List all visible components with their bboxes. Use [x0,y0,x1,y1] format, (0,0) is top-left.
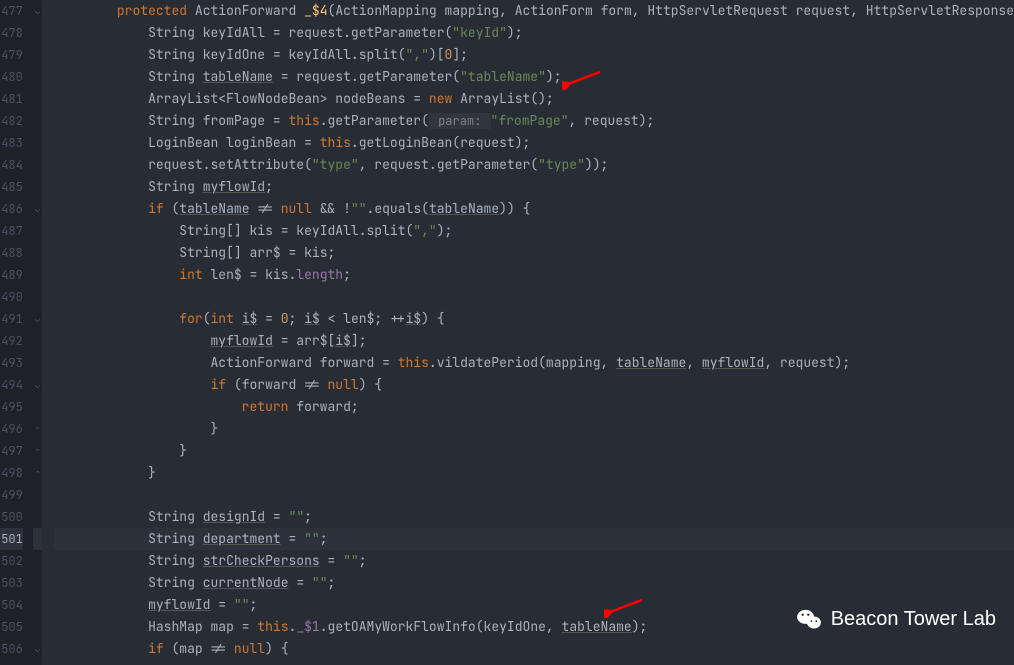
line-number: 489 [0,264,23,286]
fold-spacer [33,132,43,154]
code-line[interactable]: String keyIdAll = request.getParameter("… [54,22,1014,44]
fold-spacer [33,550,43,572]
code-line[interactable]: } [54,462,1014,484]
code-line[interactable]: String[] kis = keyIdAll.split(","); [54,220,1014,242]
code-line[interactable] [54,286,1014,308]
code-line[interactable]: request.setAttribute("type", request.get… [54,154,1014,176]
fold-spacer [33,242,43,264]
line-number: 494 [0,374,23,396]
fold-spacer [33,616,43,638]
code-line[interactable]: String strCheckPersons = ""; [54,550,1014,572]
line-number: 478 [0,22,23,44]
fold-spacer [33,264,43,286]
code-line[interactable]: String department = ""; [54,528,1014,550]
line-number-gutter: 4774784794804814824834844854864874884894… [0,0,33,665]
line-number: 504 [0,594,23,616]
fold-end-icon[interactable]: ⌃ [33,462,43,484]
line-number: 490 [0,286,23,308]
code-line[interactable]: return forward; [54,396,1014,418]
line-number: 496 [0,418,23,440]
fold-spacer [33,286,43,308]
fold-spacer [33,110,43,132]
code-line[interactable]: if (map != null) { [54,638,1014,660]
line-number: 505 [0,616,23,638]
fold-collapse-icon[interactable]: ⌄ [33,374,43,396]
code-line[interactable]: myflowId = arr$[i$]; [54,330,1014,352]
code-line[interactable]: protected ActionForward _$4(ActionMappin… [54,0,1014,22]
fold-spacer [33,396,43,418]
fold-end-icon[interactable]: ⌃ [33,418,43,440]
line-number: 498 [0,462,23,484]
code-line[interactable]: String[] arr$ = kis; [54,242,1014,264]
fold-collapse-icon[interactable]: ⌄ [33,0,43,22]
fold-spacer [33,220,43,242]
fold-spacer [33,22,43,44]
line-number: 479 [0,44,23,66]
code-editor[interactable]: 4774784794804814824834844854864874884894… [0,0,1014,665]
fold-spacer [33,506,43,528]
code-line[interactable]: ArrayList<FlowNodeBean> nodeBeans = new … [54,88,1014,110]
code-line[interactable]: String designId = ""; [54,506,1014,528]
line-number: 492 [0,330,23,352]
fold-spacer [33,484,43,506]
line-number: 491 [0,308,23,330]
line-number: 497 [0,440,23,462]
code-line[interactable]: ActionForward forward = this.vildatePeri… [54,352,1014,374]
line-number: 501 [0,528,23,550]
fold-spacer [33,352,43,374]
line-number: 481 [0,88,23,110]
code-line[interactable]: } [54,440,1014,462]
fold-spacer [33,66,43,88]
code-line[interactable]: String keyIdOne = keyIdAll.split(",")[0]… [54,44,1014,66]
fold-spacer [33,330,43,352]
fold-end-icon[interactable]: ⌃ [33,440,43,462]
fold-spacer [33,44,43,66]
code-line[interactable]: int len$ = kis.length; [54,264,1014,286]
line-number: 483 [0,132,23,154]
line-number: 485 [0,176,23,198]
code-line[interactable]: String tableName = request.getParameter(… [54,66,1014,88]
line-number: 480 [0,66,23,88]
line-number: 493 [0,352,23,374]
line-number: 506 [0,638,23,660]
fold-spacer [33,594,43,616]
code-line[interactable]: String fromPage = this.getParameter( par… [54,110,1014,132]
code-line[interactable]: for(int i$ = 0; i$ < len$; ++i$) { [54,308,1014,330]
line-number: 487 [0,220,23,242]
fold-spacer [33,88,43,110]
line-number: 486 [0,198,23,220]
code-line[interactable]: if (forward != null) { [54,374,1014,396]
code-line[interactable] [54,484,1014,506]
line-number: 502 [0,550,23,572]
line-number: 495 [0,396,23,418]
code-line[interactable]: String currentNode = ""; [54,572,1014,594]
code-line[interactable]: LoginBean loginBean = this.getLoginBean(… [54,132,1014,154]
line-number: 477 [0,0,23,22]
code-area[interactable]: protected ActionForward _$4(ActionMappin… [42,0,1014,665]
line-number: 484 [0,154,23,176]
code-line[interactable]: HashMap map = this._$1.getOAMyWorkFlowIn… [54,616,1014,638]
fold-spacer [33,572,43,594]
code-line[interactable]: if (tableName != null && !"".equals(tabl… [54,198,1014,220]
fold-column[interactable]: ⌄⌄⌄⌄⌃⌃⌃⌄ [33,0,43,665]
line-number: 482 [0,110,23,132]
code-line[interactable]: String myflowId; [54,176,1014,198]
fold-collapse-icon[interactable]: ⌄ [33,638,43,660]
fold-spacer [33,528,43,550]
fold-spacer [33,176,43,198]
line-number: 499 [0,484,23,506]
code-line[interactable]: myflowId = ""; [54,594,1014,616]
fold-collapse-icon[interactable]: ⌄ [33,308,43,330]
line-number: 500 [0,506,23,528]
line-number: 503 [0,572,23,594]
fold-spacer [33,154,43,176]
line-number: 488 [0,242,23,264]
fold-collapse-icon[interactable]: ⌄ [33,198,43,220]
code-line[interactable]: } [54,418,1014,440]
